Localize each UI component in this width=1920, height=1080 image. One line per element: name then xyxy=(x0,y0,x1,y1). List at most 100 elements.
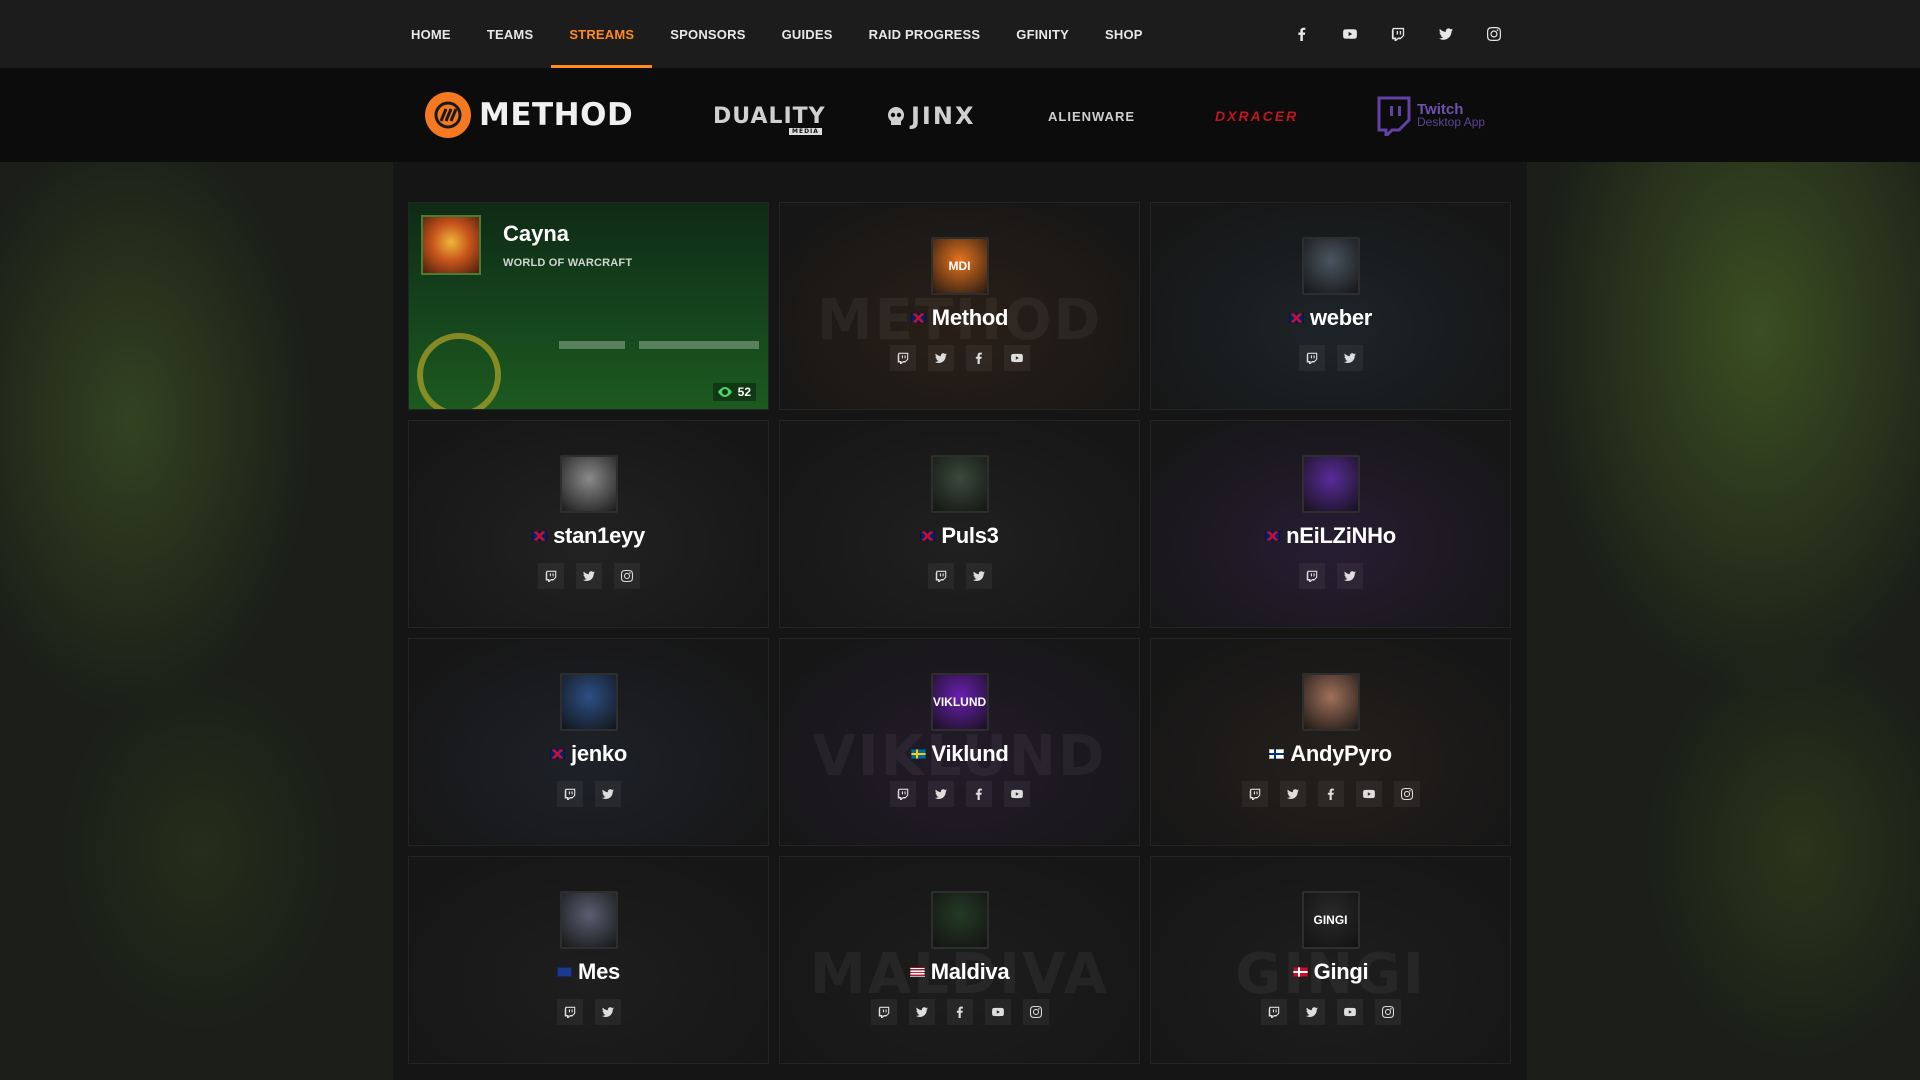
nav-item-sponsors[interactable]: SPONSORS xyxy=(652,0,763,68)
streamer-avatar xyxy=(559,891,618,949)
youtube-icon[interactable] xyxy=(1003,781,1030,807)
streamer-card[interactable]: VIKLUND VIKLUND Viklund xyxy=(779,638,1140,846)
nav-social-links xyxy=(1289,0,1527,68)
facebook-icon[interactable] xyxy=(965,345,992,371)
streamer-name: Mes xyxy=(578,959,620,984)
twitch-icon[interactable] xyxy=(556,781,583,807)
streamer-card[interactable]: weber xyxy=(1150,202,1511,410)
streamer-card[interactable]: Puls3 xyxy=(779,420,1140,628)
streamer-social-links xyxy=(870,999,1049,1025)
nav-item-home[interactable]: HOME xyxy=(393,0,469,68)
nav-item-shop[interactable]: SHOP xyxy=(1087,0,1161,68)
streamer-social-links xyxy=(889,781,1030,807)
streamer-card[interactable]: Mes xyxy=(408,856,769,1064)
twitch-icon[interactable] xyxy=(870,999,897,1025)
twitch-icon[interactable] xyxy=(1260,999,1287,1025)
nav-item-guides[interactable]: GUIDES xyxy=(764,0,851,68)
alienware-logo-text: ALIENWARE xyxy=(1048,108,1135,124)
instagram-icon[interactable] xyxy=(613,563,640,589)
sponsor-duality[interactable]: DUALITY MEDIA xyxy=(713,98,826,135)
streamer-social-links xyxy=(556,781,621,807)
sponsor-bar: METHOD DUALITY MEDIA JINX ALIENWARE DXRA… xyxy=(0,68,1920,162)
duality-logo-text: DUALITY xyxy=(713,103,826,129)
facebook-icon[interactable] xyxy=(965,781,992,807)
top-navigation: HOME TEAMS STREAMS SPONSORS GUIDES RAID PROGR… xyxy=(0,0,1920,68)
sponsor-jinx[interactable]: JINX xyxy=(885,98,975,134)
instagram-icon[interactable] xyxy=(1022,999,1049,1025)
sponsor-twitch[interactable]: Twitch Desktop App xyxy=(1375,96,1485,136)
streamer-name: Maldiva xyxy=(930,959,1010,984)
streamer-card[interactable]: METHOD MDI Method xyxy=(779,202,1140,410)
twitch-icon[interactable] xyxy=(537,563,564,589)
youtube-icon[interactable] xyxy=(1336,999,1363,1025)
streamer-card[interactable]: AndyPyro xyxy=(1150,638,1511,846)
twitch-logo-icon xyxy=(1377,96,1411,136)
twitch-icon[interactable] xyxy=(927,563,954,589)
nav-facebook-icon[interactable] xyxy=(1289,21,1315,47)
sponsor-dxracer[interactable]: DXRACER xyxy=(1215,98,1298,134)
twitter-icon[interactable] xyxy=(965,563,992,589)
streamer-card[interactable]: nEiLZiNHo xyxy=(1150,420,1511,628)
twitch-icon[interactable] xyxy=(1241,781,1268,807)
streamer-card[interactable]: MALDIVA Maldiva xyxy=(779,856,1140,1064)
twitch-icon[interactable] xyxy=(889,781,916,807)
instagram-icon[interactable] xyxy=(1374,999,1401,1025)
twitter-icon[interactable] xyxy=(1336,563,1363,589)
nav-item-streams[interactable]: STREAMS xyxy=(551,0,653,68)
instagram-icon[interactable] xyxy=(1393,781,1420,807)
avatar-label: MDI xyxy=(948,259,971,273)
facebook-icon[interactable] xyxy=(1317,781,1344,807)
twitter-icon[interactable] xyxy=(594,999,621,1025)
streamer-avatar xyxy=(1301,455,1360,513)
method-logo[interactable]: METHOD xyxy=(425,90,633,140)
streamer-avatar xyxy=(559,673,618,731)
twitch-icon[interactable] xyxy=(1298,345,1325,371)
stream-overlay-ui xyxy=(559,341,759,353)
nav-instagram-icon[interactable] xyxy=(1481,21,1507,47)
streamer-card[interactable]: GINGI GINGI Gingi xyxy=(1150,856,1511,1064)
streamer-social-links xyxy=(1241,781,1420,807)
streamer-card[interactable]: stan1eyy xyxy=(408,420,769,628)
streams-grid: Cayna WORLD OF WARCRAFT 52 METHOD MDI Meth… xyxy=(408,202,1514,1064)
nav-twitch-icon[interactable] xyxy=(1385,21,1411,47)
flag-gb-icon xyxy=(1288,313,1304,323)
youtube-icon[interactable] xyxy=(1355,781,1382,807)
twitch-icon[interactable] xyxy=(889,345,916,371)
flag-gb-icon xyxy=(550,749,566,759)
nav-twitter-icon[interactable] xyxy=(1433,21,1459,47)
twitch-icon[interactable] xyxy=(1298,563,1325,589)
nav-item-gfinity[interactable]: GFINITY xyxy=(998,0,1087,68)
facebook-icon[interactable] xyxy=(946,999,973,1025)
nav-item-raid-progress[interactable]: RAID PROGRESS xyxy=(851,0,999,68)
youtube-icon[interactable] xyxy=(984,999,1011,1025)
sponsor-alienware[interactable]: ALIENWARE xyxy=(1048,98,1135,134)
twitter-icon[interactable] xyxy=(927,781,954,807)
twitch-icon[interactable] xyxy=(556,999,583,1025)
flag-fi-icon xyxy=(1269,749,1285,759)
streamer-name: AndyPyro xyxy=(1290,741,1392,766)
streamer-social-links xyxy=(1298,563,1363,589)
streamer-name: Method xyxy=(931,305,1009,330)
twitter-icon[interactable] xyxy=(594,781,621,807)
nav-youtube-icon[interactable] xyxy=(1337,21,1363,47)
twitter-icon[interactable] xyxy=(1336,345,1363,371)
twitter-icon[interactable] xyxy=(1298,999,1325,1025)
live-stream-avatar xyxy=(421,215,481,275)
flag-us-icon xyxy=(909,967,925,977)
live-stream-card[interactable]: Cayna WORLD OF WARCRAFT 52 xyxy=(408,202,769,410)
flag-dk-icon xyxy=(1292,967,1308,977)
live-stream-name: Cayna xyxy=(503,221,570,246)
youtube-icon[interactable] xyxy=(1003,345,1030,371)
twitter-icon[interactable] xyxy=(575,563,602,589)
twitter-icon[interactable] xyxy=(908,999,935,1025)
streamer-name: weber xyxy=(1309,305,1373,330)
streamer-avatar: VIKLUND xyxy=(930,673,989,731)
twitter-icon[interactable] xyxy=(927,345,954,371)
twitter-icon[interactable] xyxy=(1279,781,1306,807)
viewer-count-value: 52 xyxy=(737,385,751,399)
streamer-name: stan1eyy xyxy=(553,523,645,548)
streamer-card[interactable]: jenko xyxy=(408,638,769,846)
jinx-logo-text: JINX xyxy=(911,102,976,130)
avatar-label: VIKLUND xyxy=(932,695,987,709)
nav-item-teams[interactable]: TEAMS xyxy=(469,0,552,68)
